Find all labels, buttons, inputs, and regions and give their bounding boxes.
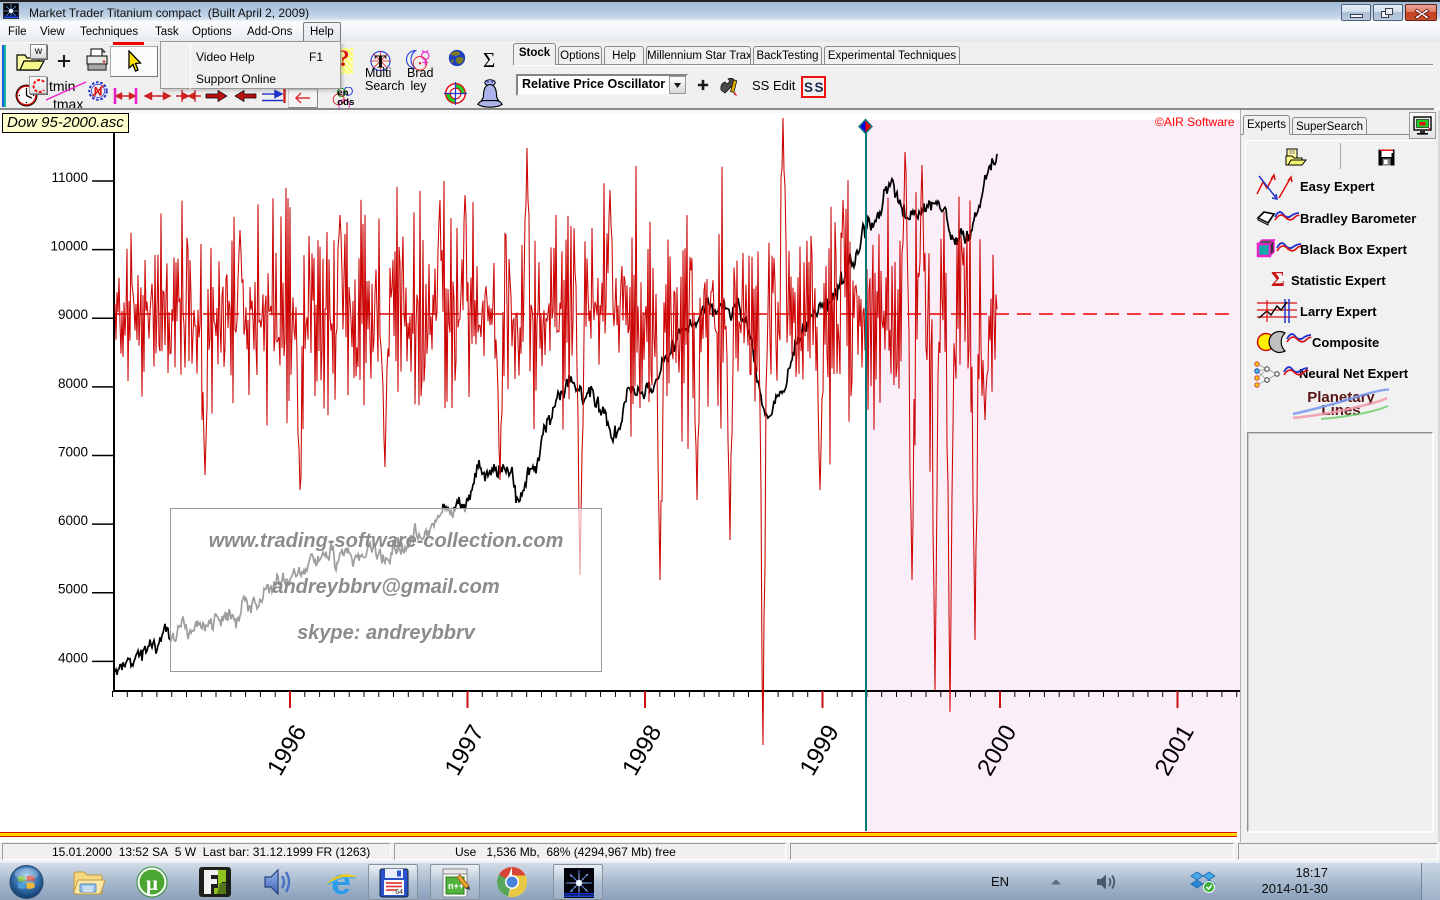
svg-text:1996: 1996 [262,721,312,781]
svg-text:8000: 8000 [58,376,88,391]
svg-text:6000: 6000 [58,513,88,528]
svg-text:5000: 5000 [58,582,88,597]
svg-text:11000: 11000 [51,170,88,185]
svg-text:64: 64 [395,889,403,896]
svg-text:1997: 1997 [440,721,490,781]
svg-text:e: e [331,865,351,899]
svg-text:ods: ods [337,97,354,108]
svg-text:9000: 9000 [58,307,88,322]
svg-text:1998: 1998 [617,721,667,781]
svg-text:10000: 10000 [50,239,88,254]
svg-text:7000: 7000 [58,445,88,460]
svg-text:2000: 2000 [972,721,1022,781]
svg-text:1999: 1999 [795,721,845,781]
svg-text:2001: 2001 [1150,721,1200,781]
svg-text:4000: 4000 [58,650,88,665]
svg-text:μ: μ [146,871,158,895]
